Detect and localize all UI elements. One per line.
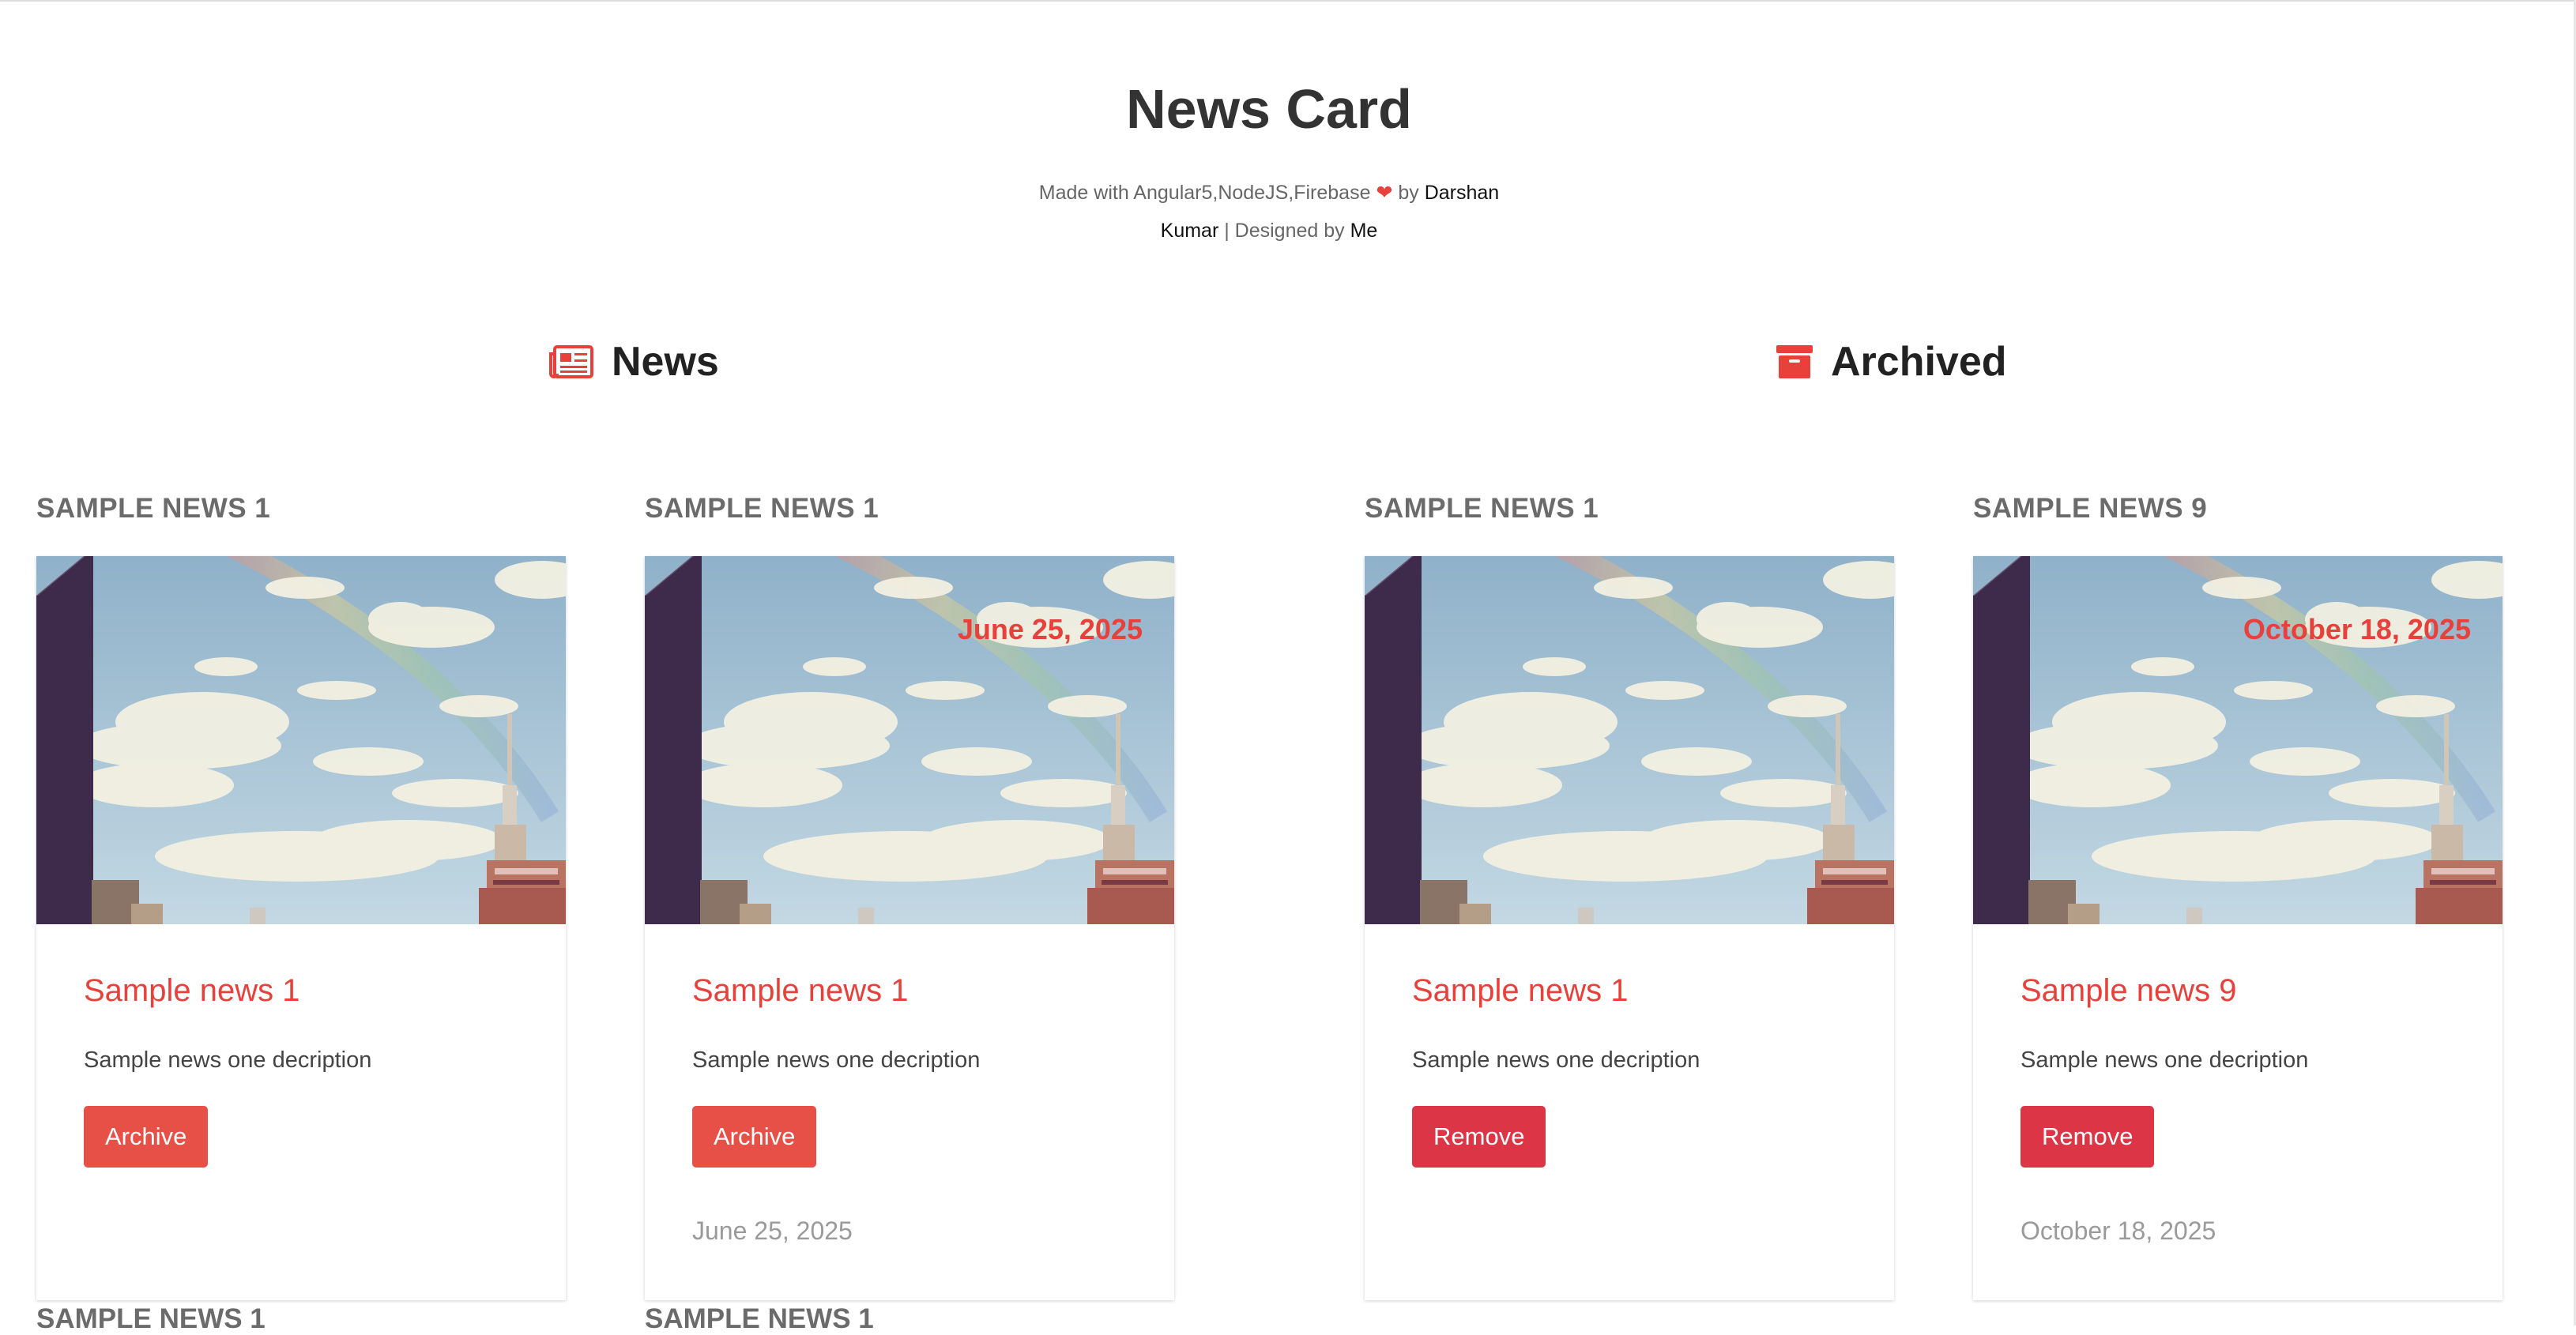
next-card-heading: SAMPLE NEWS 1 bbox=[645, 1303, 874, 1334]
credits-designed-by: | Designed by bbox=[1224, 220, 1345, 242]
card-title: Sample news 1 bbox=[84, 973, 300, 1008]
card-heading: SAMPLE NEWS 1 bbox=[36, 493, 271, 524]
image-date-overlay: June 25, 2025 bbox=[957, 613, 1143, 645]
credits-prefix: Made with Angular5,NodeJS,Firebase bbox=[1038, 182, 1371, 204]
credits-by: by bbox=[1398, 182, 1419, 204]
designer-link[interactable]: Me bbox=[1350, 220, 1378, 242]
card-image bbox=[1365, 556, 1894, 924]
newspaper-icon bbox=[548, 344, 594, 379]
card-heading: SAMPLE NEWS 1 bbox=[1365, 493, 1599, 524]
news-card: June 25, 2025 Sample news 1 Sample news … bbox=[645, 556, 1174, 1300]
news-section-heading: News bbox=[548, 330, 719, 393]
archived-card: Sample news 1 Sample news one decription… bbox=[1365, 556, 1894, 1300]
card-description: Sample news one decription bbox=[84, 1047, 372, 1073]
top-border bbox=[0, 0, 2576, 2]
card-image bbox=[36, 556, 566, 924]
archived-section-heading: Archived bbox=[1776, 330, 2007, 393]
card-title: Sample news 9 bbox=[2021, 973, 2237, 1008]
card-description: Sample news one decription bbox=[1412, 1047, 1700, 1073]
card-description: Sample news one decription bbox=[2021, 1047, 2309, 1073]
archived-section-title: Archived bbox=[1831, 339, 2007, 385]
image-date-overlay: October 18, 2025 bbox=[2243, 613, 2471, 645]
card-description: Sample news one decription bbox=[692, 1047, 981, 1073]
news-card: Sample news 1 Sample news one decription… bbox=[36, 556, 566, 1300]
credits-line: Made with Angular5,NodeJS,Firebase ❤ by … bbox=[1027, 174, 1511, 250]
next-card-heading: SAMPLE NEWS 1 bbox=[36, 1303, 266, 1334]
card-date: October 18, 2025 bbox=[2021, 1217, 2216, 1245]
archived-card: October 18, 2025 Sample news 9 Sample ne… bbox=[1973, 556, 2503, 1300]
card-date: June 25, 2025 bbox=[692, 1217, 853, 1245]
card-title: Sample news 1 bbox=[692, 973, 909, 1008]
card-image: June 25, 2025 bbox=[645, 556, 1174, 924]
archive-box-icon bbox=[1776, 344, 1813, 380]
remove-button[interactable]: Remove bbox=[2021, 1106, 2155, 1168]
card-title: Sample news 1 bbox=[1412, 973, 1629, 1008]
archive-button[interactable]: Archive bbox=[692, 1106, 817, 1168]
card-heading: SAMPLE NEWS 1 bbox=[645, 493, 879, 524]
archive-button[interactable]: Archive bbox=[84, 1106, 209, 1168]
remove-button[interactable]: Remove bbox=[1412, 1106, 1546, 1168]
news-section-title: News bbox=[612, 339, 719, 385]
page-title: News Card bbox=[1126, 78, 1412, 140]
heart-icon: ❤ bbox=[1376, 182, 1393, 204]
card-heading: SAMPLE NEWS 9 bbox=[1973, 493, 2208, 524]
card-image: October 18, 2025 bbox=[1973, 556, 2503, 924]
